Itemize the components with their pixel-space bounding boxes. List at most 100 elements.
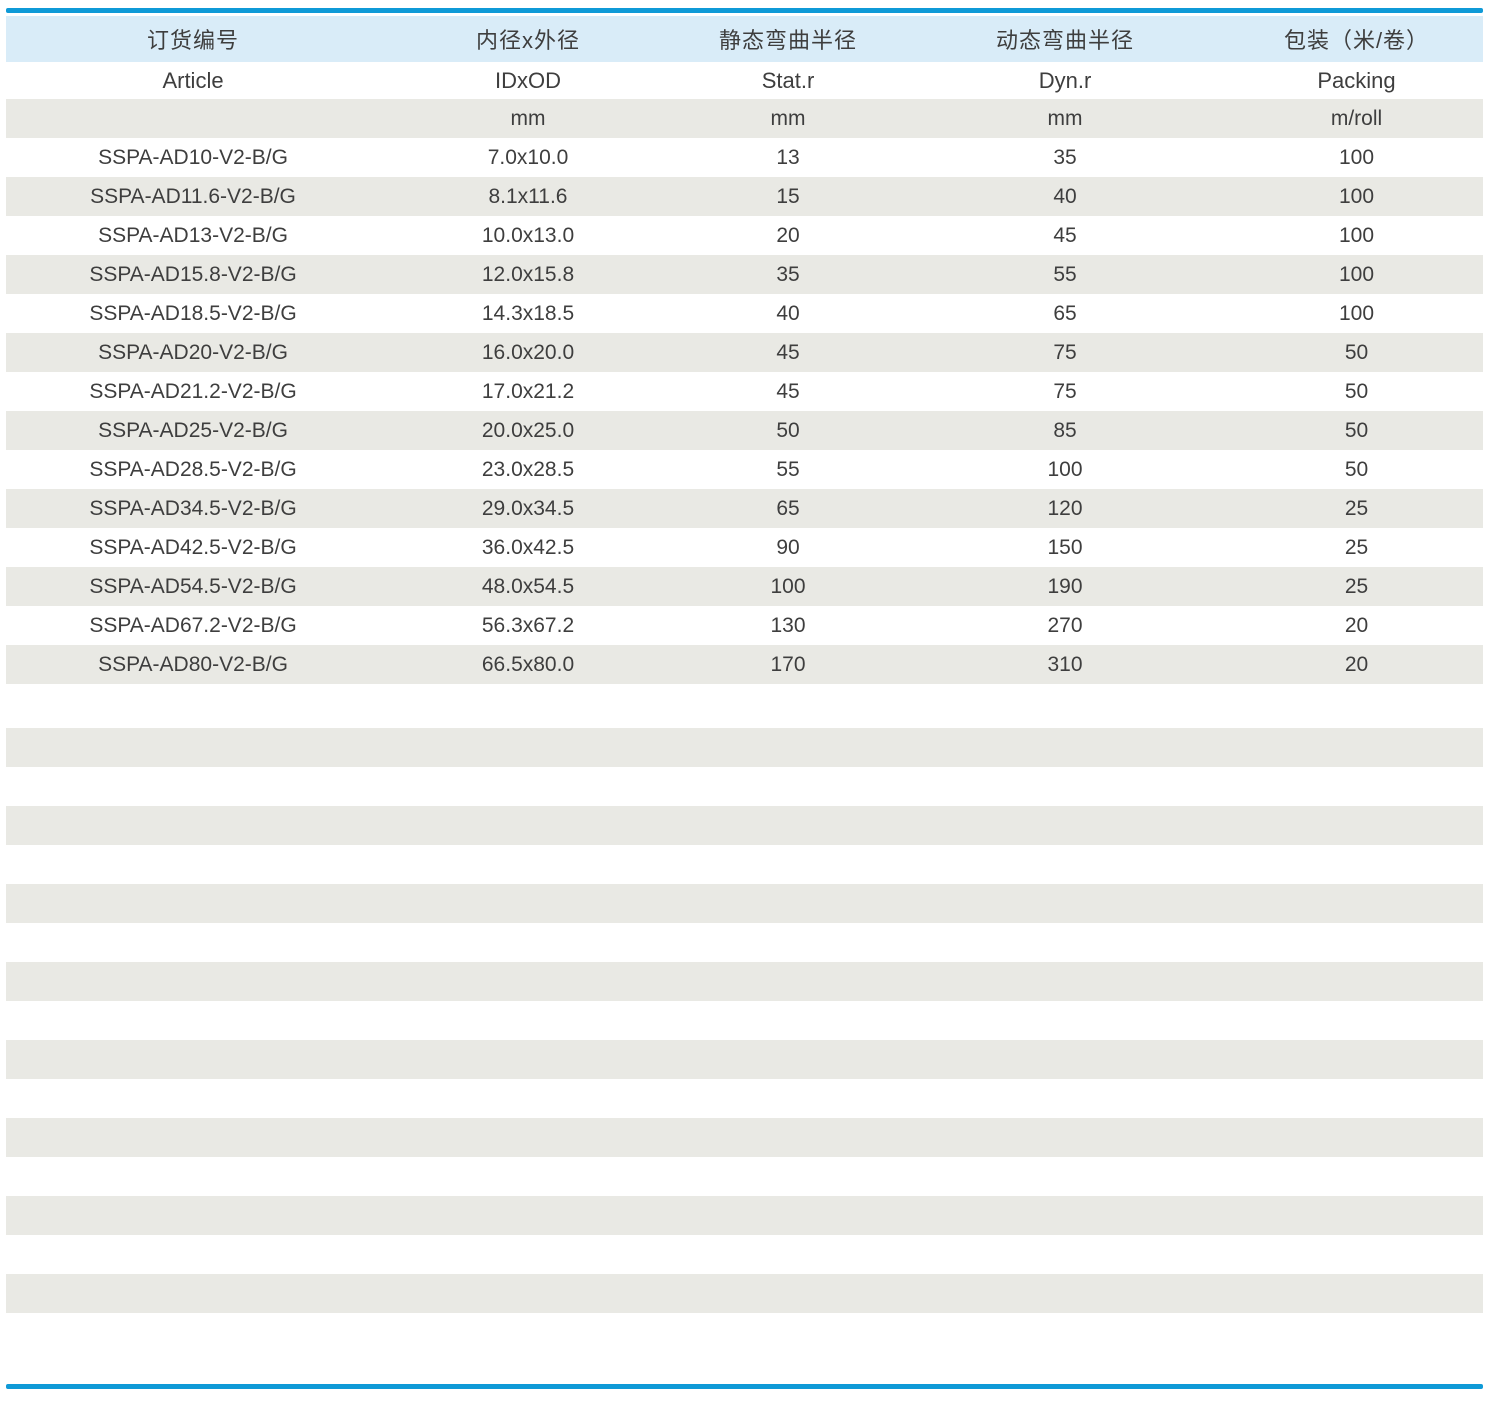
cell-packing: 50 xyxy=(1230,333,1483,372)
header-static-radius-zh: 静态弯曲半径 xyxy=(676,16,900,62)
table-row: SSPA-AD54.5-V2-B/G 48.0x54.5 100 190 25 xyxy=(6,567,1483,606)
cell-idxod: 14.3x18.5 xyxy=(380,294,676,333)
table-row: SSPA-AD18.5-V2-B/G 14.3x18.5 40 65 100 xyxy=(6,294,1483,333)
cell-packing: 20 xyxy=(1230,606,1483,645)
cell-packing: 100 xyxy=(1230,138,1483,177)
table-row: SSPA-AD42.5-V2-B/G 36.0x42.5 90 150 25 xyxy=(6,528,1483,567)
cell-packing: 100 xyxy=(1230,216,1483,255)
header-dynamic-radius-en: Dyn.r xyxy=(900,62,1230,99)
cell-article: SSPA-AD20-V2-B/G xyxy=(6,333,380,372)
cell-idxod: 23.0x28.5 xyxy=(380,450,676,489)
cell-stat-r: 45 xyxy=(676,372,900,411)
header-dynamic-radius-zh: 动态弯曲半径 xyxy=(900,16,1230,62)
cell-stat-r: 45 xyxy=(676,333,900,372)
header-idxod-zh: 内径x外径 xyxy=(380,16,676,62)
table-row: SSPA-AD28.5-V2-B/G 23.0x28.5 55 100 50 xyxy=(6,450,1483,489)
cell-stat-r: 13 xyxy=(676,138,900,177)
cell-dyn-r: 85 xyxy=(900,411,1230,450)
cell-idxod: 16.0x20.0 xyxy=(380,333,676,372)
empty-row xyxy=(6,923,1483,962)
cell-dyn-r: 100 xyxy=(900,450,1230,489)
cell-stat-r: 20 xyxy=(676,216,900,255)
unit-article xyxy=(6,99,380,138)
cell-idxod: 20.0x25.0 xyxy=(380,411,676,450)
empty-row xyxy=(6,1079,1483,1118)
cell-dyn-r: 75 xyxy=(900,372,1230,411)
empty-row xyxy=(6,1196,1483,1235)
cell-packing: 50 xyxy=(1230,450,1483,489)
table-row: SSPA-AD25-V2-B/G 20.0x25.0 50 85 50 xyxy=(6,411,1483,450)
header-article-zh: 订货编号 xyxy=(6,16,380,62)
cell-packing: 25 xyxy=(1230,567,1483,606)
cell-stat-r: 100 xyxy=(676,567,900,606)
cell-dyn-r: 40 xyxy=(900,177,1230,216)
cell-idxod: 56.3x67.2 xyxy=(380,606,676,645)
cell-article: SSPA-AD11.6-V2-B/G xyxy=(6,177,380,216)
cell-article: SSPA-AD80-V2-B/G xyxy=(6,645,380,684)
table-row: SSPA-AD34.5-V2-B/G 29.0x34.5 65 120 25 xyxy=(6,489,1483,528)
unit-static-radius: mm xyxy=(676,99,900,138)
empty-row xyxy=(6,689,1483,728)
table-row: SSPA-AD21.2-V2-B/G 17.0x21.2 45 75 50 xyxy=(6,372,1483,411)
table-body: SSPA-AD10-V2-B/G 7.0x10.0 13 35 100 SSPA… xyxy=(6,138,1483,684)
cell-stat-r: 65 xyxy=(676,489,900,528)
cell-article: SSPA-AD13-V2-B/G xyxy=(6,216,380,255)
cell-dyn-r: 75 xyxy=(900,333,1230,372)
header-row-chinese: 订货编号 内径x外径 静态弯曲半径 动态弯曲半径 包装（米/卷） xyxy=(6,16,1483,62)
empty-row xyxy=(6,1001,1483,1040)
header-row-english: Article IDxOD Stat.r Dyn.r Packing xyxy=(6,62,1483,99)
cell-dyn-r: 120 xyxy=(900,489,1230,528)
cell-idxod: 10.0x13.0 xyxy=(380,216,676,255)
cell-dyn-r: 45 xyxy=(900,216,1230,255)
header-static-radius-en: Stat.r xyxy=(676,62,900,99)
cell-stat-r: 15 xyxy=(676,177,900,216)
header-article-en: Article xyxy=(6,62,380,99)
table-row: SSPA-AD80-V2-B/G 66.5x80.0 170 310 20 xyxy=(6,645,1483,684)
cell-idxod: 66.5x80.0 xyxy=(380,645,676,684)
product-spec-table: 订货编号 内径x外径 静态弯曲半径 动态弯曲半径 包装（米/卷） Article… xyxy=(6,16,1483,684)
cell-article: SSPA-AD54.5-V2-B/G xyxy=(6,567,380,606)
cell-dyn-r: 65 xyxy=(900,294,1230,333)
cell-dyn-r: 270 xyxy=(900,606,1230,645)
cell-article: SSPA-AD10-V2-B/G xyxy=(6,138,380,177)
cell-stat-r: 50 xyxy=(676,411,900,450)
cell-article: SSPA-AD67.2-V2-B/G xyxy=(6,606,380,645)
cell-packing: 25 xyxy=(1230,528,1483,567)
cell-dyn-r: 55 xyxy=(900,255,1230,294)
cell-article: SSPA-AD18.5-V2-B/G xyxy=(6,294,380,333)
cell-packing: 100 xyxy=(1230,177,1483,216)
cell-idxod: 36.0x42.5 xyxy=(380,528,676,567)
table-row: SSPA-AD67.2-V2-B/G 56.3x67.2 130 270 20 xyxy=(6,606,1483,645)
empty-zebra-rows xyxy=(6,689,1483,1313)
cell-dyn-r: 310 xyxy=(900,645,1230,684)
empty-row xyxy=(6,845,1483,884)
cell-idxod: 8.1x11.6 xyxy=(380,177,676,216)
empty-row xyxy=(6,1274,1483,1313)
empty-row xyxy=(6,806,1483,845)
cell-dyn-r: 150 xyxy=(900,528,1230,567)
cell-packing: 100 xyxy=(1230,255,1483,294)
cell-article: SSPA-AD28.5-V2-B/G xyxy=(6,450,380,489)
table-header: 订货编号 内径x外径 静态弯曲半径 动态弯曲半径 包装（米/卷） Article… xyxy=(6,16,1483,138)
cell-article: SSPA-AD15.8-V2-B/G xyxy=(6,255,380,294)
empty-row xyxy=(6,1040,1483,1079)
table-row: SSPA-AD10-V2-B/G 7.0x10.0 13 35 100 xyxy=(6,138,1483,177)
unit-dynamic-radius: mm xyxy=(900,99,1230,138)
cell-dyn-r: 190 xyxy=(900,567,1230,606)
unit-packing: m/roll xyxy=(1230,99,1483,138)
cell-idxod: 17.0x21.2 xyxy=(380,372,676,411)
cell-article: SSPA-AD25-V2-B/G xyxy=(6,411,380,450)
cell-packing: 100 xyxy=(1230,294,1483,333)
cell-packing: 20 xyxy=(1230,645,1483,684)
header-row-units: mm mm mm m/roll xyxy=(6,99,1483,138)
empty-row xyxy=(6,728,1483,767)
cell-idxod: 48.0x54.5 xyxy=(380,567,676,606)
cell-dyn-r: 35 xyxy=(900,138,1230,177)
cell-idxod: 29.0x34.5 xyxy=(380,489,676,528)
table-row: SSPA-AD11.6-V2-B/G 8.1x11.6 15 40 100 xyxy=(6,177,1483,216)
empty-row xyxy=(6,1118,1483,1157)
table-row: SSPA-AD15.8-V2-B/G 12.0x15.8 35 55 100 xyxy=(6,255,1483,294)
cell-stat-r: 55 xyxy=(676,450,900,489)
